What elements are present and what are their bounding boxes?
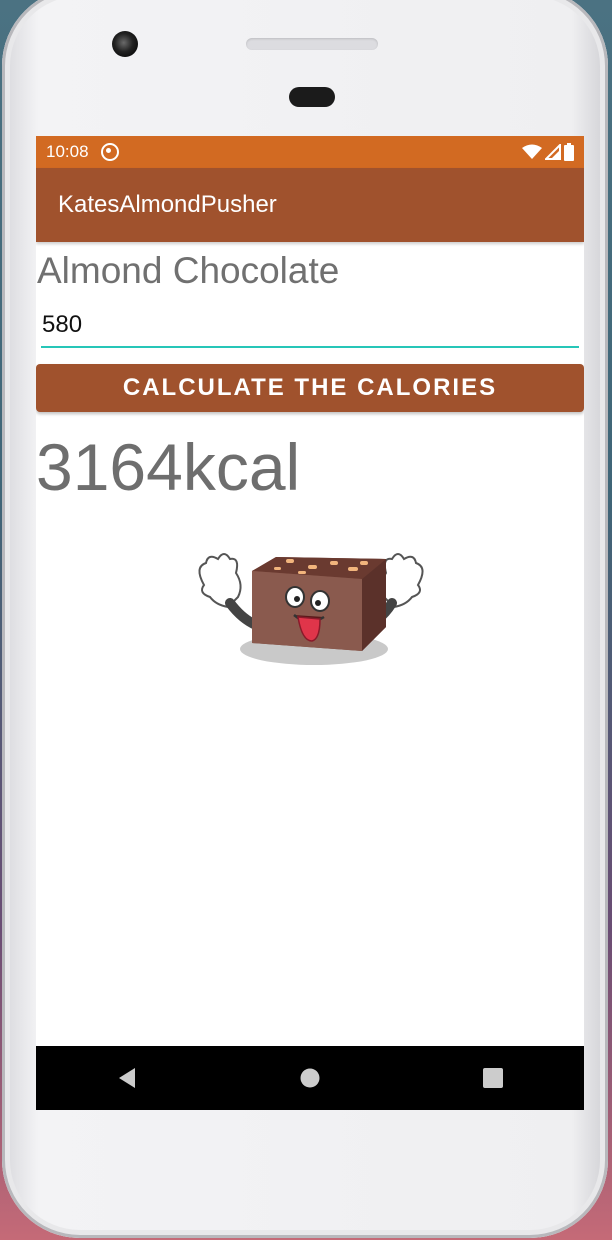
grams-field: [41, 308, 580, 348]
chocolate-mascot-illustration: [198, 553, 424, 665]
navigation-bar: [36, 1046, 584, 1110]
calculate-calories-button[interactable]: CALCULATE THE CALORIES: [36, 364, 584, 412]
recents-button[interactable]: [473, 1058, 513, 1098]
status-icons: [522, 143, 574, 161]
product-label: Almond Chocolate: [37, 250, 340, 291]
grams-input[interactable]: [41, 308, 580, 342]
device-screen: 10:08 KatesAlmondPusher Almond Chocolate…: [36, 136, 584, 1110]
proximity-sensor: [289, 87, 335, 107]
front-camera: [112, 31, 138, 57]
recents-icon: [482, 1068, 503, 1088]
status-time: 10:08: [46, 142, 89, 161]
main-content: Almond Chocolate CALCULATE THE CALORIES …: [36, 250, 584, 665]
calorie-result: 3164kcal: [36, 430, 301, 504]
sync-icon: [100, 143, 119, 161]
back-button[interactable]: [107, 1058, 147, 1098]
earpiece-speaker: [246, 38, 378, 50]
status-bar: 10:08: [36, 136, 584, 168]
signal-icon: [545, 144, 561, 160]
back-icon: [119, 1068, 136, 1088]
battery-icon: [564, 143, 574, 161]
home-icon: [300, 1068, 320, 1088]
app-bar: KatesAlmondPusher: [36, 168, 584, 242]
wifi-icon: [522, 144, 542, 159]
app-title: KatesAlmondPusher: [58, 191, 277, 218]
home-button[interactable]: [290, 1058, 330, 1098]
